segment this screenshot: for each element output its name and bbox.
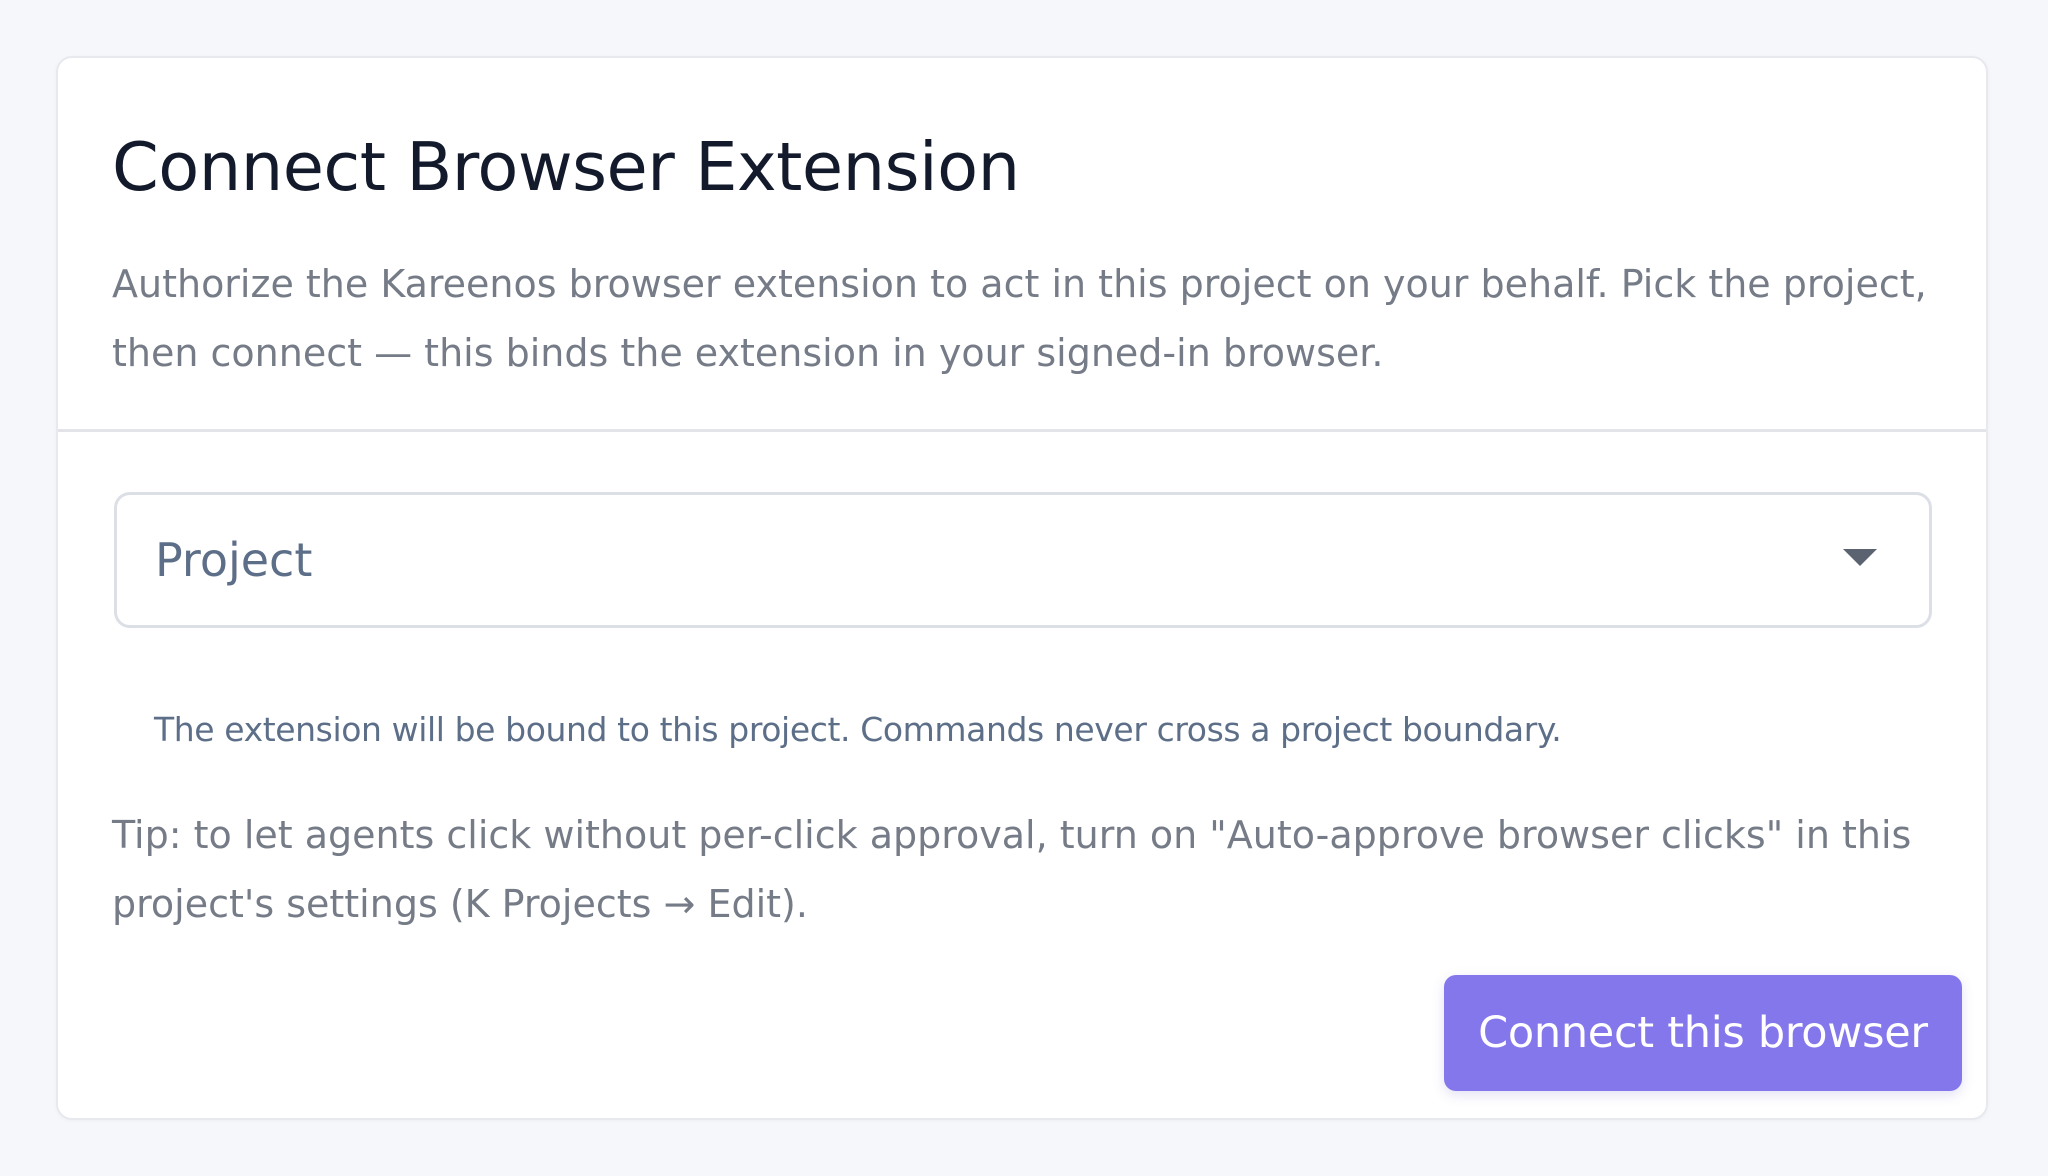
card-header: Connect Browser Extension Authorize the …: [58, 58, 1986, 432]
tip-text: Tip: to let agents click without per-cli…: [112, 813, 1912, 926]
caret-down-icon[interactable]: [1843, 549, 1877, 566]
project-helper-text: The extension will be bound to this proj…: [154, 710, 1562, 749]
page-title: Connect Browser Extension: [112, 128, 1020, 206]
project-select-label: Project: [155, 533, 313, 587]
connect-browser-button[interactable]: Connect this browser: [1444, 975, 1962, 1091]
project-select[interactable]: Project: [114, 492, 1932, 628]
dialog-description: Authorize the Kareenos browser extension…: [112, 262, 1927, 375]
connect-extension-card: Connect Browser Extension Authorize the …: [56, 56, 1988, 1120]
